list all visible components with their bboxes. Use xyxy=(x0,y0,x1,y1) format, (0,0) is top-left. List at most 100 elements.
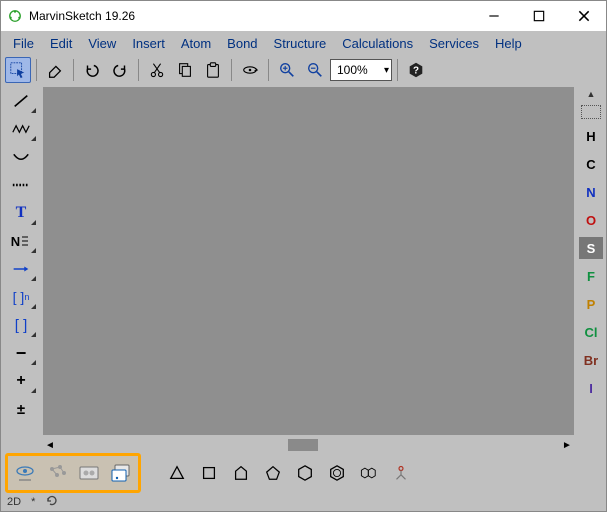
separator xyxy=(36,59,37,81)
maximize-button[interactable] xyxy=(516,1,561,31)
rotate-3d-button[interactable] xyxy=(237,57,263,83)
expand-icon xyxy=(31,332,36,337)
element-Cl[interactable]: Cl xyxy=(579,321,603,343)
copy-button[interactable] xyxy=(172,57,198,83)
separator xyxy=(397,59,398,81)
separator xyxy=(73,59,74,81)
arc-tool[interactable] xyxy=(6,145,36,169)
group-template[interactable] xyxy=(387,459,415,487)
element-S[interactable]: S xyxy=(579,237,603,259)
charge-plus-tool[interactable]: + xyxy=(6,369,36,393)
view-mode-1-button[interactable] xyxy=(10,458,40,488)
canvas-wrap: ◄ ► xyxy=(41,85,576,453)
scroll-track[interactable] xyxy=(57,441,560,449)
erase-tool-button[interactable] xyxy=(42,57,68,83)
scroll-up-icon[interactable]: ▲ xyxy=(587,89,596,99)
element-P[interactable]: P xyxy=(579,293,603,315)
paste-button[interactable] xyxy=(200,57,226,83)
menu-help[interactable]: Help xyxy=(487,34,530,53)
separator xyxy=(268,59,269,81)
close-button[interactable] xyxy=(561,1,606,31)
app-window: MarvinSketch 19.26 File Edit View Insert… xyxy=(0,0,607,512)
element-H[interactable]: H xyxy=(579,125,603,147)
charge-minus-tool[interactable]: − xyxy=(6,341,36,365)
element-I[interactable]: I xyxy=(579,377,603,399)
triangle-template[interactable] xyxy=(163,459,191,487)
status-mode: 2D xyxy=(7,496,21,508)
help-button[interactable]: ? xyxy=(403,57,429,83)
periodic-table-button[interactable] xyxy=(581,105,601,119)
element-F[interactable]: F xyxy=(579,265,603,287)
element-C[interactable]: C xyxy=(579,153,603,175)
expand-icon xyxy=(31,276,36,281)
redo-button[interactable] xyxy=(107,57,133,83)
view-mode-4-button[interactable] xyxy=(106,458,136,488)
menu-services[interactable]: Services xyxy=(421,34,487,53)
titlebar: MarvinSketch 19.26 xyxy=(1,1,606,31)
svg-text:?: ? xyxy=(413,66,419,77)
naphthalene-template[interactable] xyxy=(355,459,383,487)
menu-insert[interactable]: Insert xyxy=(124,34,173,53)
menu-view[interactable]: View xyxy=(80,34,124,53)
expand-icon xyxy=(31,248,36,253)
menu-file[interactable]: File xyxy=(5,34,42,53)
menu-calculations[interactable]: Calculations xyxy=(334,34,421,53)
main-area: T N [ ]n [ ] − xyxy=(1,85,606,453)
separator xyxy=(231,59,232,81)
menubar: File Edit View Insert Atom Bond Structur… xyxy=(1,31,606,55)
charge-plusminus-tool[interactable]: ± xyxy=(6,397,36,421)
toolbar-top: 100% ▾ ? xyxy=(1,55,606,85)
pentagon-template[interactable] xyxy=(259,459,287,487)
element-O[interactable]: O xyxy=(579,209,603,231)
element-Br[interactable]: Br xyxy=(579,349,603,371)
separator xyxy=(138,59,139,81)
left-toolbar: T N [ ]n [ ] − xyxy=(1,85,41,453)
app-title: MarvinSketch 19.26 xyxy=(29,9,135,23)
scroll-thumb[interactable] xyxy=(288,439,318,451)
selection-tool-button[interactable] xyxy=(5,57,31,83)
zoom-select[interactable]: 100% ▾ xyxy=(330,59,392,81)
expand-icon xyxy=(31,304,36,309)
expand-icon xyxy=(31,108,36,113)
cut-button[interactable] xyxy=(144,57,170,83)
minimize-button[interactable] xyxy=(471,1,516,31)
benzene-template[interactable] xyxy=(323,459,351,487)
zoom-value: 100% xyxy=(337,63,368,77)
pentagon-house-template[interactable] xyxy=(227,459,255,487)
menu-atom[interactable]: Atom xyxy=(173,34,219,53)
view-mode-2-button[interactable] xyxy=(42,458,72,488)
canvas[interactable] xyxy=(43,87,574,435)
bracket-tool[interactable]: [ ] xyxy=(6,313,36,337)
scroll-left-icon[interactable]: ◄ xyxy=(43,440,57,451)
statusbar: 2D * xyxy=(1,493,606,511)
arrow-tool[interactable] xyxy=(6,257,36,281)
expand-icon xyxy=(31,360,36,365)
view-mode-3-button[interactable] xyxy=(74,458,104,488)
display-mode-group xyxy=(5,453,141,493)
chevron-down-icon: ▾ xyxy=(378,65,389,76)
menu-structure[interactable]: Structure xyxy=(266,34,335,53)
menu-edit[interactable]: Edit xyxy=(42,34,80,53)
expand-icon xyxy=(31,388,36,393)
status-marker: * xyxy=(31,496,35,508)
app-icon xyxy=(7,8,23,24)
zoom-in-button[interactable] xyxy=(274,57,300,83)
element-N[interactable]: N xyxy=(579,181,603,203)
undo-button[interactable] xyxy=(79,57,105,83)
right-toolbar: ▲ HCNOSFP Cl Br I xyxy=(576,85,606,453)
h-scrollbar[interactable]: ◄ ► xyxy=(41,437,576,453)
toolbar-bottom xyxy=(1,453,606,493)
square-template[interactable] xyxy=(195,459,223,487)
chain-tool[interactable] xyxy=(6,117,36,141)
dashed-bond-tool[interactable] xyxy=(6,173,36,197)
zoom-out-button[interactable] xyxy=(302,57,328,83)
status-refresh-icon[interactable] xyxy=(45,494,59,511)
bond-tool[interactable] xyxy=(6,89,36,113)
name-tool[interactable]: N xyxy=(6,229,36,253)
bracket-n-tool[interactable]: [ ]n xyxy=(6,285,36,309)
bottom-area: 2D * xyxy=(1,453,606,511)
hexagon-template[interactable] xyxy=(291,459,319,487)
text-tool[interactable]: T xyxy=(6,201,36,225)
menu-bond[interactable]: Bond xyxy=(219,34,265,53)
scroll-right-icon[interactable]: ► xyxy=(560,440,574,451)
